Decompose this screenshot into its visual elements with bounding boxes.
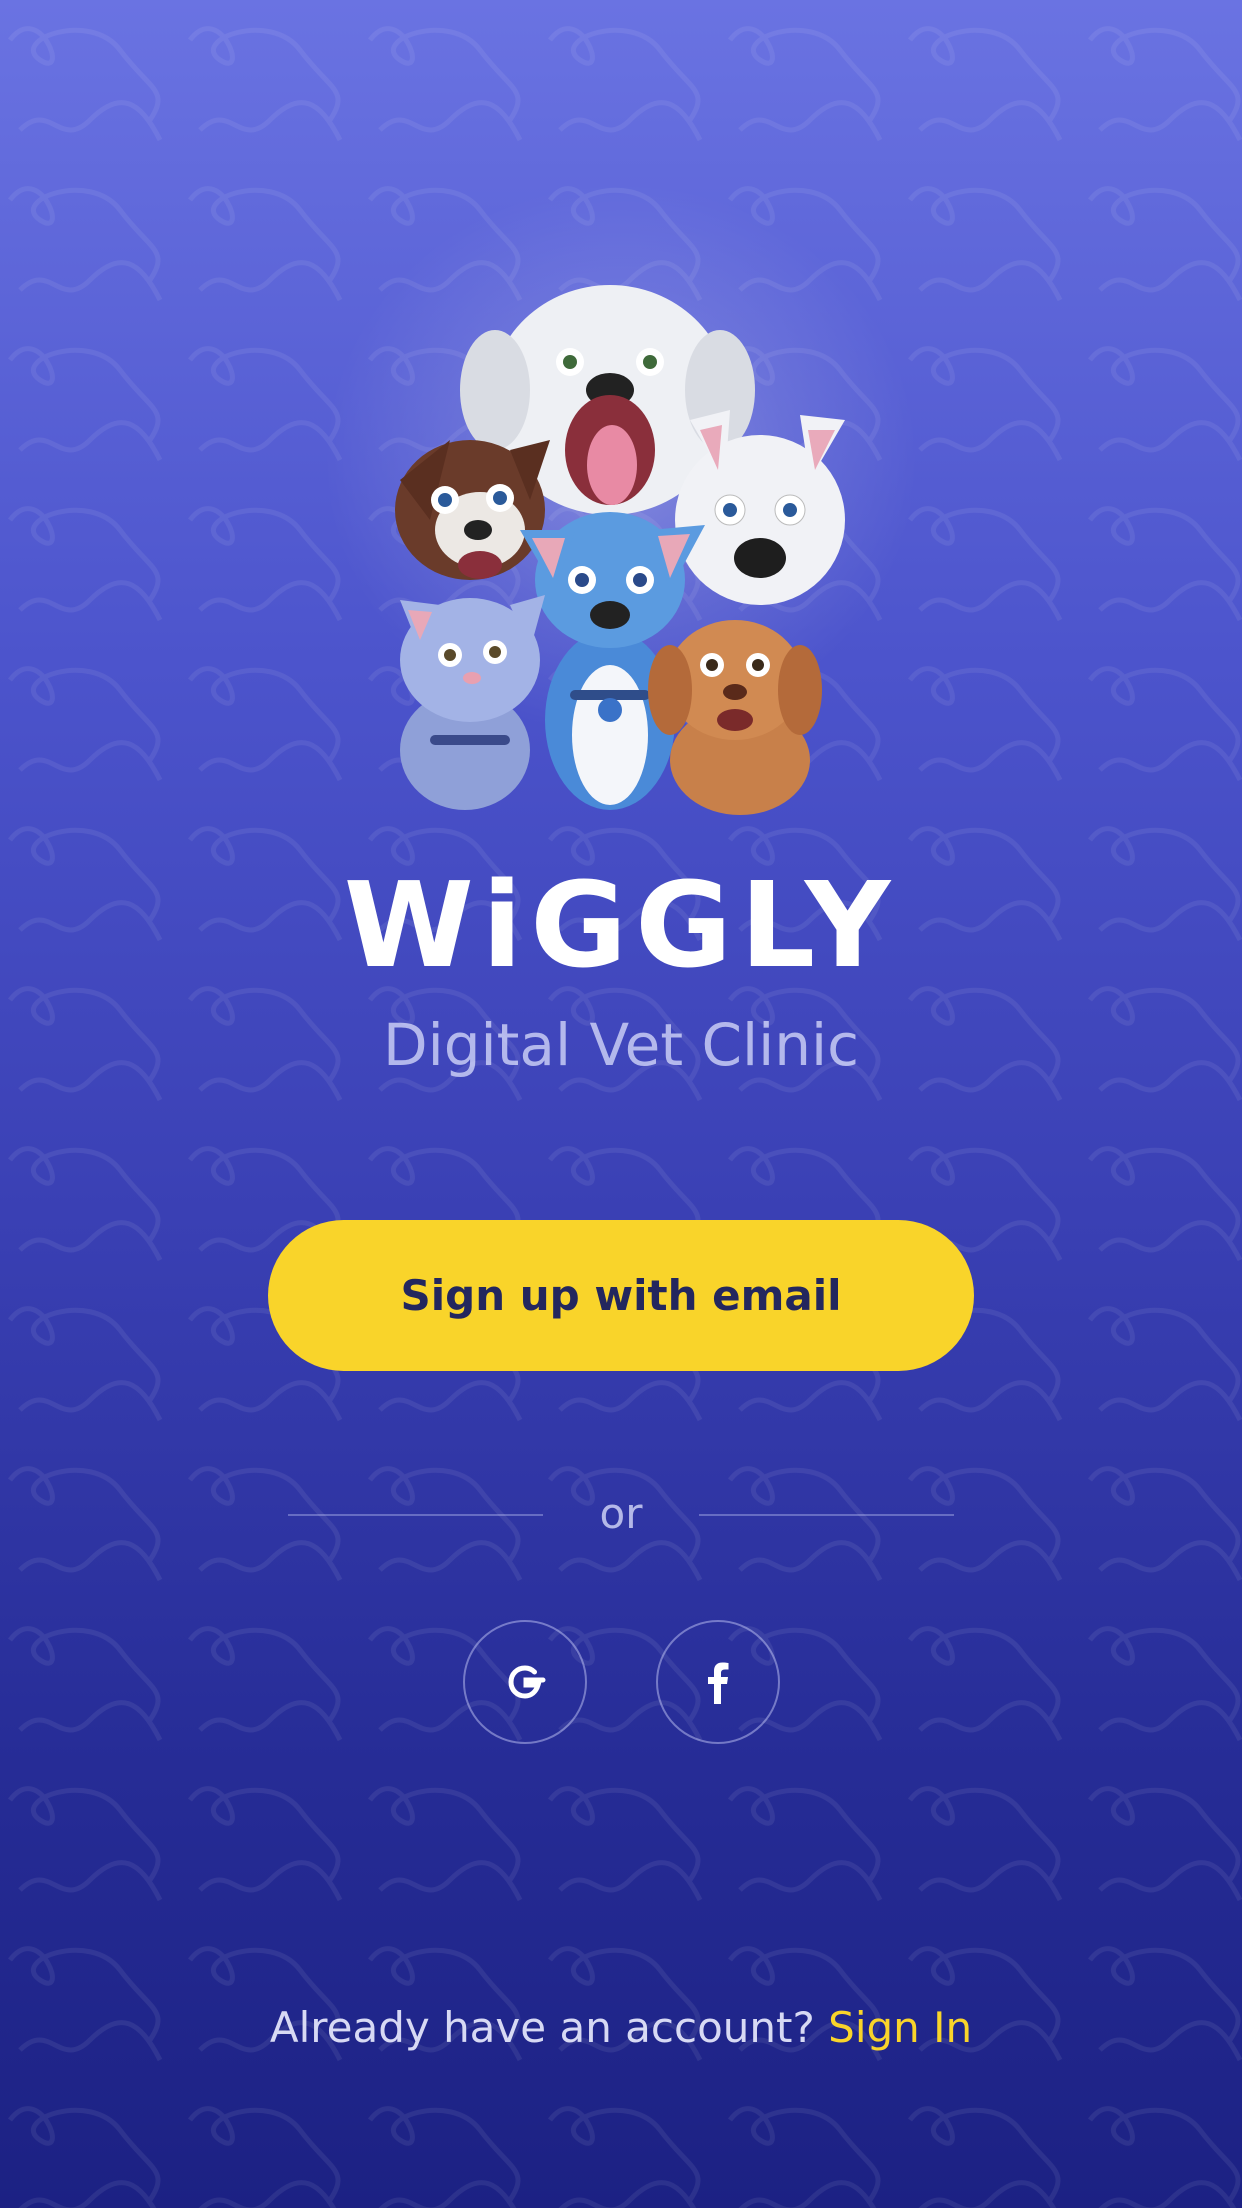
brown-dog-illustration	[395, 440, 550, 580]
welcome-screen: WiGGLY Digital Vet Clinic Sign up with e…	[0, 0, 1242, 2208]
signin-link[interactable]: Sign In	[828, 2003, 972, 2052]
google-signin-button[interactable]	[463, 1620, 587, 1744]
brand-logo: WiGGLY	[343, 856, 899, 994]
orange-puppy-illustration	[648, 620, 822, 815]
or-divider-text: or	[599, 1489, 643, 1538]
pets-illustration	[395, 285, 845, 815]
grey-cat-illustration	[400, 595, 545, 810]
facebook-signin-button[interactable]	[656, 1620, 780, 1744]
signin-prompt: Already have an account? Sign In	[0, 2000, 1242, 2056]
facebook-icon	[708, 1662, 729, 1704]
signin-prompt-text: Already have an account?	[269, 2003, 815, 2052]
google-icon	[508, 1665, 546, 1699]
signup-email-button[interactable]: Sign up with email	[268, 1220, 974, 1371]
app-subtitle: Digital Vet Clinic	[382, 1011, 860, 1079]
divider-line-right	[699, 1514, 954, 1516]
